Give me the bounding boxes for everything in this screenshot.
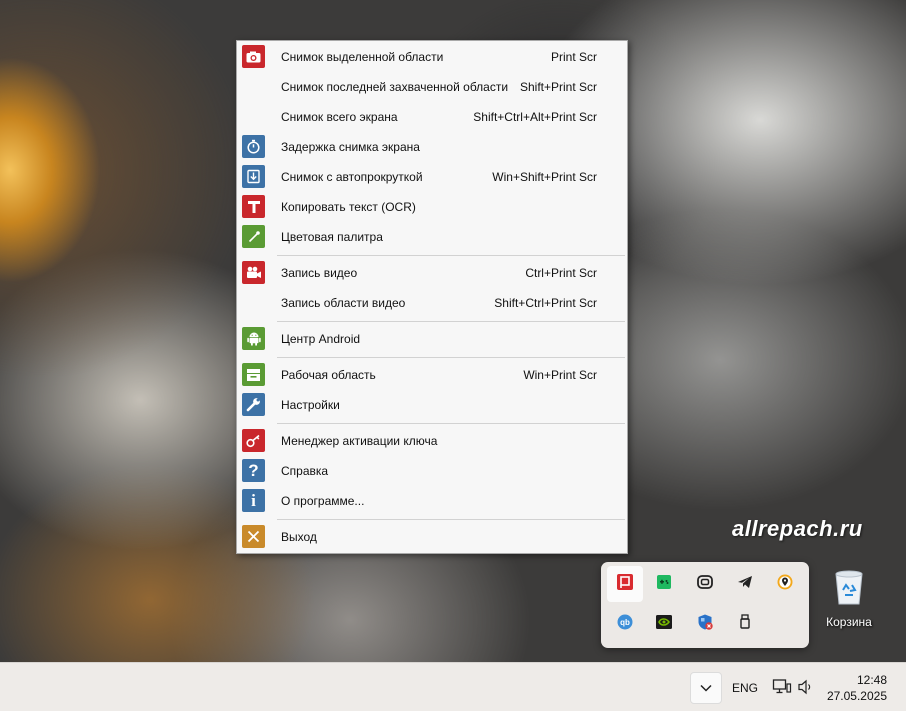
tray-gamepad[interactable] [646, 566, 682, 602]
menu-item-shortcut: Win+Shift+Print Scr [492, 170, 597, 184]
menu-item-shortcut: Print Scr [550, 50, 597, 64]
tray-nvidia[interactable] [646, 606, 682, 642]
close-x-icon [242, 525, 265, 548]
menu-item-shortcut: Ctrl+Print Scr [525, 266, 597, 280]
clock-button[interactable]: 12:48 27.05.2025 [827, 672, 887, 704]
menu-item-exit[interactable]: Выход [237, 522, 627, 552]
volume-button[interactable] [797, 678, 815, 701]
menu-item-record-region-video[interactable]: Запись области видео Shift+Ctrl+Print Sc… [237, 288, 627, 318]
menu-separator [277, 423, 625, 424]
stopwatch-icon [242, 135, 265, 158]
menu-item-key-activation[interactable]: Менеджер активации ключа [237, 426, 627, 456]
menu-item-capture-last-region[interactable]: Снимок последней захваченной области Shi… [237, 72, 627, 102]
menu-item-shortcut: Shift+Ctrl+Print Scr [494, 296, 597, 310]
tray-location[interactable] [767, 566, 803, 602]
show-hidden-icons-button[interactable] [690, 672, 722, 704]
menu-item-shortcut: Shift+Print Scr [519, 80, 597, 94]
menu-item-label: Центр Android [281, 332, 361, 346]
input-language-indicator[interactable]: ENG [732, 681, 758, 695]
menu-item-label: Снимок выделенной области [281, 50, 444, 64]
qbittorrent-icon: qb [616, 613, 634, 636]
menu-separator [277, 321, 625, 322]
menu-item-delayed-capture[interactable]: Задержка снимка экрана [237, 132, 627, 162]
context-menu: Снимок выделенной области Print Scr Сним… [236, 40, 628, 554]
menu-item-settings[interactable]: Настройки [237, 390, 627, 420]
menu-item-label: Снимок с автопрокруткой [281, 170, 423, 184]
tray-usb-drive[interactable] [727, 606, 763, 642]
menu-item-color-picker[interactable]: Цветовая палитра [237, 222, 627, 252]
menu-item-about[interactable]: i О программе... [237, 486, 627, 516]
telegram-icon [736, 573, 754, 596]
chevron-down-icon [700, 679, 712, 697]
menu-item-label: Менеджер активации ключа [281, 434, 438, 448]
menu-item-label: Рабочая область [281, 368, 376, 382]
android-icon [242, 327, 265, 350]
tray-qbittorrent[interactable]: qb [607, 606, 643, 642]
workspace-icon [242, 363, 265, 386]
menu-item-label: Выход [281, 530, 317, 544]
menu-item-label: Запись видео [281, 266, 358, 280]
menu-item-label: О программе... [281, 494, 365, 508]
question-icon: ? [242, 459, 265, 482]
faststone-capture-icon [616, 573, 634, 596]
eyedropper-icon [242, 225, 265, 248]
menu-item-label: Снимок последней захваченной области [281, 80, 509, 94]
svg-text:qb: qb [620, 618, 630, 627]
menu-item-scrolling-capture[interactable]: Снимок с автопрокруткой Win+Shift+Print … [237, 162, 627, 192]
speaker-icon [797, 679, 815, 700]
menu-item-label: Цветовая палитра [281, 230, 383, 244]
tray-copilot[interactable] [687, 566, 723, 602]
tray-faststone-capture[interactable] [607, 566, 643, 602]
defender-icon [696, 613, 714, 636]
menu-item-capture-region[interactable]: Снимок выделенной области Print Scr [237, 42, 627, 72]
watermark-text: allrepach.ru [732, 516, 863, 541]
wrench-icon [242, 393, 265, 416]
menu-separator [277, 519, 625, 520]
menu-item-record-video[interactable]: Запись видео Ctrl+Print Scr [237, 258, 627, 288]
menu-item-label: Настройки [281, 398, 340, 412]
recycle-bin-desktop-icon[interactable]: Корзина [824, 568, 874, 629]
network-icon [772, 679, 792, 700]
menu-item-copy-text-ocr[interactable]: Копировать текст (OCR) [237, 192, 627, 222]
menu-item-android-center[interactable]: Центр Android [237, 324, 627, 354]
menu-item-shortcut: Shift+Ctrl+Alt+Print Scr [473, 110, 597, 124]
tray-defender[interactable] [687, 606, 723, 642]
copilot-icon [696, 573, 714, 596]
menu-item-label: Справка [281, 464, 329, 478]
taskbar: ENG 12:48 27.05.2025 [0, 662, 906, 711]
menu-item-label: Снимок всего экрана [281, 110, 398, 124]
menu-item-capture-fullscreen[interactable]: Снимок всего экрана Shift+Ctrl+Alt+Print… [237, 102, 627, 132]
menu-item-help[interactable]: ? Справка [237, 456, 627, 486]
nvidia-icon [655, 613, 673, 636]
menu-item-shortcut: Win+Print Scr [523, 368, 597, 382]
clock-date: 27.05.2025 [826, 689, 887, 703]
menu-item-workspace[interactable]: Рабочая область Win+Print Scr [237, 360, 627, 390]
network-status-button[interactable] [772, 678, 792, 701]
gamepad-icon [655, 573, 673, 596]
text-t-icon [242, 195, 265, 218]
scroll-capture-icon [242, 165, 265, 188]
location-pin-icon [776, 573, 794, 596]
recycle-bin-label: Корзина [826, 615, 872, 629]
usb-drive-icon [736, 613, 754, 636]
menu-item-label: Запись области видео [281, 296, 406, 310]
tray-overflow-popup: qb [601, 562, 809, 648]
menu-separator [277, 357, 625, 358]
camera-icon [242, 45, 265, 68]
menu-item-label: Копировать текст (OCR) [281, 200, 416, 214]
clock-time: 12:48 [856, 673, 887, 687]
info-icon: i [242, 489, 265, 512]
video-camera-icon [242, 261, 265, 284]
key-icon [242, 429, 265, 452]
menu-item-label: Задержка снимка экрана [281, 140, 420, 154]
menu-separator [277, 255, 625, 256]
tray-telegram[interactable] [727, 566, 763, 602]
recycle-bin-icon [832, 570, 866, 610]
